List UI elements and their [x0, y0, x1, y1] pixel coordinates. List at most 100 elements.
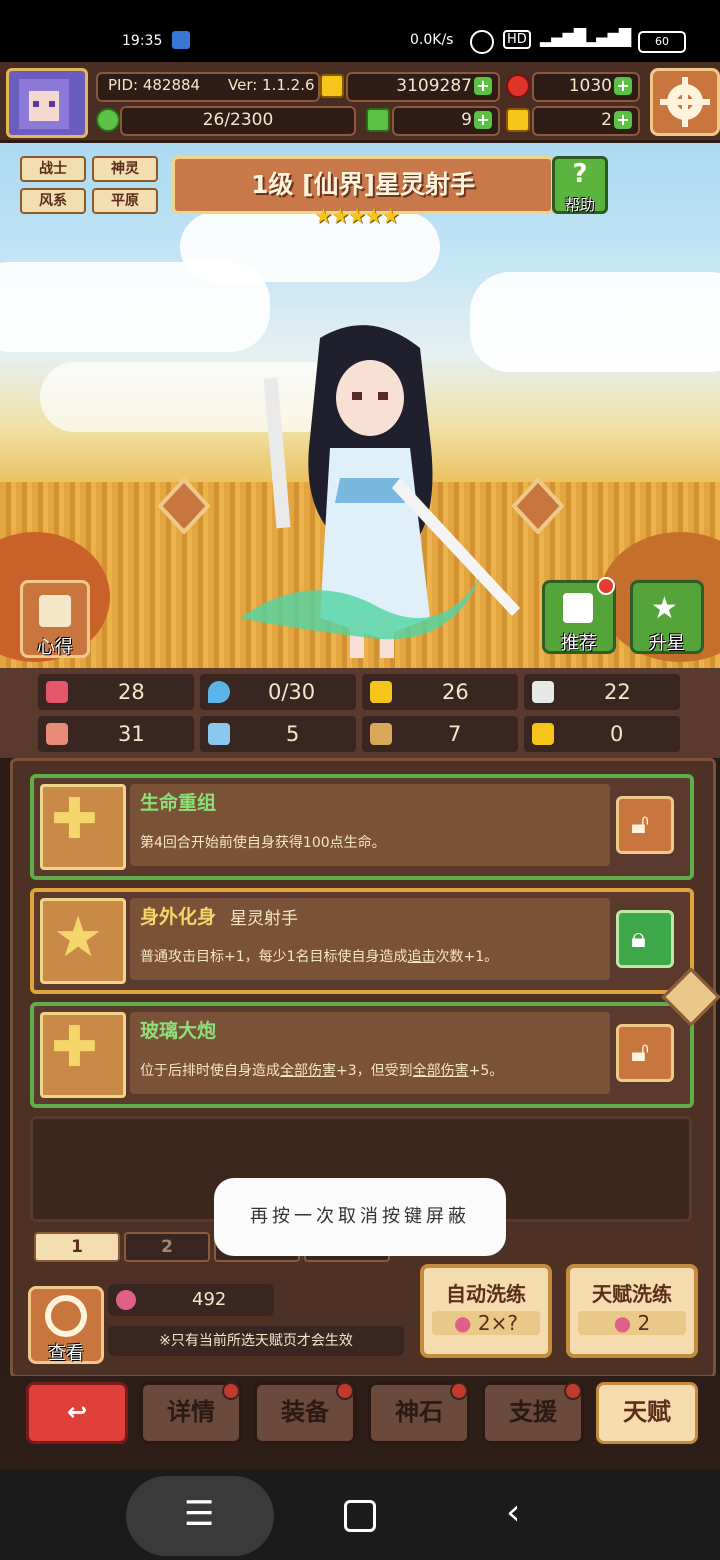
pid-label: PID: 482884	[108, 76, 201, 94]
talent-slot-3[interactable]: ✚ 玻璃大炮 位于后排时使自身造成全部伤害+3，但受到全部伤害+5。 🔓︎	[30, 1002, 694, 1108]
talent-body: 身外化身 星灵射手 普通攻击目标+1，每少1名目标使自身造成追击次数+1。	[130, 898, 610, 980]
key-amount: 2	[601, 110, 612, 130]
menu-icon[interactable]: ☰	[184, 1494, 214, 1534]
unlock-button[interactable]: 🔓︎	[616, 796, 674, 854]
talent-desc: 普通攻击目标+1，每少1名目标使自身造成追击次数+1。	[140, 946, 498, 966]
notebook-icon	[39, 595, 71, 627]
gear-icon	[660, 77, 710, 127]
experience-button[interactable]: 心得	[20, 580, 90, 658]
talent-page-note: ※只有当前所选天赋页才会生效	[108, 1326, 404, 1356]
wing-icon	[532, 681, 554, 703]
add-key-button[interactable]: +	[614, 111, 632, 129]
settings-button[interactable]	[650, 68, 720, 136]
locked-padlock-icon: 🔒︎	[631, 921, 646, 954]
back-button[interactable]: ↩	[26, 1382, 128, 1444]
talent-wash-label: 天赋洗练	[592, 1282, 672, 1306]
hero-character-sprite	[240, 325, 520, 658]
talent-wash-button[interactable]: 天赋洗练 ● 2	[566, 1264, 698, 1358]
unlock-button[interactable]: 🔓︎	[616, 1024, 674, 1082]
auto-wash-button[interactable]: 自动洗练 ● 2×?	[420, 1264, 552, 1358]
stat-mana: 0/30	[200, 674, 356, 710]
stat-hp: 28	[38, 674, 194, 710]
swipe-left-icon[interactable]	[158, 478, 210, 534]
view-button[interactable]: 查看	[28, 1286, 104, 1364]
add-gem-button[interactable]: +	[614, 77, 632, 95]
star-icon: ★	[651, 591, 678, 626]
question-icon: ?	[572, 159, 588, 189]
desc-text: 位于后排时使自身造成	[140, 1063, 280, 1079]
alarm-icon	[470, 30, 494, 54]
upgrade-star-label: 升星	[649, 633, 685, 654]
auto-wash-label: 自动洗练	[446, 1282, 526, 1306]
fist-icon	[46, 723, 68, 745]
talent-slot-2[interactable]: ★ 身外化身 星灵射手 普通攻击目标+1，每少1名目标使自身造成追击次数+1。 …	[30, 888, 694, 994]
desc-keyword[interactable]: 追击	[408, 949, 436, 965]
status-bar: 19:35 0.0K/s HD ▂▄▆█ ▂▄▆█ 60	[0, 0, 720, 62]
essence-amount: 492	[192, 1289, 227, 1310]
talent-icon: ✚	[40, 1012, 126, 1098]
experience-label: 心得	[37, 637, 73, 658]
page-tab-2[interactable]: 2	[124, 1232, 210, 1262]
shield-icon	[370, 681, 392, 703]
talent-desc: 位于后排时使自身造成全部伤害+3，但受到全部伤害+5。	[140, 1060, 503, 1080]
recommend-button[interactable]: 推荐	[542, 577, 616, 654]
desc-keyword[interactable]: 全部伤害	[280, 1063, 336, 1079]
thumbs-up-icon	[563, 593, 593, 623]
desc-text: 次数+1。	[435, 949, 499, 965]
upgrade-star-button[interactable]: ★ 升星	[630, 580, 704, 654]
notification-dot	[222, 1382, 240, 1400]
add-gold-button[interactable]: +	[474, 77, 492, 95]
cross-icon: ✚	[51, 787, 98, 852]
peach-icon	[116, 1290, 136, 1310]
cross-icon: ✚	[51, 1015, 98, 1080]
mana-drop-icon	[208, 681, 230, 703]
page-tab-1[interactable]: 1	[34, 1232, 120, 1262]
notification-dot	[336, 1382, 354, 1400]
magnifier-icon	[45, 1295, 87, 1337]
desc-text: 普通攻击目标+1，每少1名目标使自身造成	[140, 949, 408, 965]
avatar-portrait	[19, 79, 69, 129]
battery-icon: 60	[638, 31, 686, 53]
stat-value: 28	[118, 680, 145, 704]
peach-icon: ●	[613, 1311, 632, 1335]
talent-slot-1[interactable]: ✚ 生命重组 第4回合开始前使自身获得100点生命。 🔓︎	[30, 774, 694, 880]
network-speed: 0.0K/s	[410, 32, 454, 48]
nav-talent[interactable]: 天赋	[596, 1382, 698, 1444]
stat-resist: 7	[362, 716, 518, 752]
unlocked-padlock-icon: 🔓︎	[631, 807, 650, 840]
talent-body: 玻璃大炮 位于后排时使自身造成全部伤害+3，但受到全部伤害+5。	[130, 1012, 610, 1094]
return-arrow-icon: ↩	[66, 1398, 88, 1426]
clover-icon	[366, 108, 390, 132]
desc-keyword[interactable]: 全部伤害	[413, 1063, 469, 1079]
essence-counter: 492	[108, 1284, 274, 1316]
swipe-right-icon[interactable]	[512, 478, 564, 534]
pid-version-bar: PID: 482884 Ver: 1.1.2.6	[96, 72, 320, 102]
back-nav-icon[interactable]: ‹	[506, 1492, 520, 1533]
add-clover-button[interactable]: +	[474, 111, 492, 129]
gem-amount: 1030	[568, 76, 612, 96]
cloud	[180, 212, 440, 282]
gold-coin-icon	[320, 74, 344, 98]
hero-tag: 风系	[20, 188, 86, 214]
help-button[interactable]: ? 帮助	[552, 156, 608, 214]
talent-name: 身外化身	[140, 906, 217, 928]
hd-badge: HD	[503, 30, 531, 49]
talent-desc: 第4回合开始前使自身获得100点生命。	[140, 835, 386, 851]
stat-value: 0	[610, 722, 624, 746]
stamina-value: 26/2300	[202, 110, 274, 130]
player-avatar[interactable]	[6, 68, 88, 138]
hero-tag: 平原	[92, 188, 158, 214]
scroll-icon	[370, 723, 392, 745]
auto-wash-cost: ● 2×?	[432, 1311, 540, 1335]
app-notification-icon	[172, 31, 190, 49]
talent-wash-cost: ● 2	[578, 1311, 686, 1335]
stat-value: 22	[604, 680, 631, 704]
stat-magic: 5	[200, 716, 356, 752]
lock-button[interactable]: 🔒︎	[616, 910, 674, 968]
stat-defense: 26	[362, 674, 518, 710]
home-icon[interactable]	[344, 1500, 376, 1532]
stat-speed: 22	[524, 674, 680, 710]
talent-name: 生命重组	[140, 792, 217, 814]
peach-icon: ●	[454, 1311, 472, 1335]
hero-tag: 战士	[20, 156, 86, 182]
